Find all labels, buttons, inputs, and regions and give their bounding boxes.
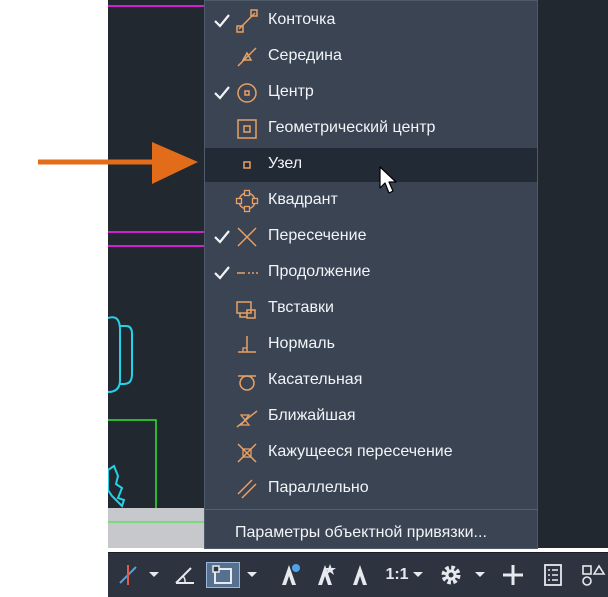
object-snap-settings-label: Параметры объектной привязки... (235, 524, 487, 541)
object-snap-item-label: Касательная (268, 371, 363, 388)
layout-icon (582, 564, 606, 586)
extension-snap-icon (237, 272, 258, 274)
checkmark-icon (214, 86, 230, 100)
object-snap-item[interactable]: Параллельно (205, 472, 537, 506)
chevron-down-icon (247, 572, 257, 577)
object-snap-item[interactable]: Касательная (205, 364, 537, 398)
object-snap-item[interactable]: Ближайшая (205, 400, 537, 434)
object-snap-icon (212, 565, 232, 584)
object-snap-item[interactable]: Узел (205, 148, 537, 182)
object-snap-item-label: Конточка (268, 11, 336, 28)
object-snap-item-label: Продолжение (268, 263, 371, 280)
center-snap-icon (237, 83, 257, 103)
object-snap-item[interactable]: Нормаль (205, 328, 537, 362)
status-bar: 1:1 (108, 552, 608, 597)
object-snap-item[interactable]: Кажущееся пересечение (205, 436, 537, 470)
nearest-snap-icon (236, 410, 258, 428)
object-snap-item-label: Нормаль (268, 335, 335, 352)
object-snap-item[interactable]: Пересечение (205, 220, 537, 254)
checkmark-icon (214, 266, 230, 280)
checkmark-icon (214, 14, 230, 28)
object-snap-item-label: Ближайшая (268, 407, 356, 424)
object-snap-item-label: Центр (268, 83, 314, 100)
layout-button[interactable] (578, 562, 608, 588)
chevron-down-icon (413, 572, 423, 577)
object-snap-item-label: Параллельно (268, 479, 369, 496)
object-snap-item[interactable]: Продолжение (205, 256, 537, 290)
menu-separator (205, 509, 537, 510)
gear-icon (441, 565, 461, 585)
node-snap-icon (243, 161, 251, 169)
object-snap-item-label: Твставки (268, 299, 334, 316)
polar-tracking-button[interactable] (170, 562, 200, 588)
parallel-snap-icon (237, 479, 257, 499)
scale-selector[interactable]: 1:1 (380, 562, 414, 588)
mouse-cursor-icon (379, 166, 397, 194)
scale-dropdown[interactable] (410, 562, 426, 588)
object-snap-item-label: Кажущееся пересечение (268, 443, 453, 460)
geometric-center-snap-icon (237, 119, 257, 139)
object-snap-item[interactable]: Квадрант (205, 184, 537, 218)
object-snap-item[interactable]: Конточка (205, 4, 537, 38)
object-snap-item-label: Геометрический центр (268, 119, 436, 136)
insertion-snap-icon (236, 301, 256, 319)
quadrant-snap-icon (235, 189, 259, 213)
workspace-dropdown[interactable] (472, 562, 488, 588)
apparent-intersection-snap-icon (237, 443, 257, 463)
annotation-scale-button[interactable] (346, 562, 374, 588)
object-snap-item[interactable]: Середина (205, 40, 537, 74)
checkmark-icon (214, 230, 230, 244)
object-snap-item[interactable]: Геометрический центр (205, 112, 537, 146)
add-button[interactable] (498, 562, 528, 588)
object-snap-item-label: Квадрант (268, 191, 338, 208)
annotation-autoscale-button[interactable] (310, 562, 340, 588)
midpoint-snap-icon (237, 47, 257, 67)
tangent-snap-icon (238, 375, 256, 391)
object-snap-item[interactable]: Твставки (205, 292, 537, 326)
object-snap-menu: Конточка Середина Центр Геометрический цент… (204, 0, 538, 549)
chevron-down-icon (149, 572, 159, 577)
annotation-scale-icon (353, 565, 367, 585)
annotation-autoscale-icon (318, 564, 336, 585)
perpendicular-snap-icon (238, 336, 256, 353)
callout-arrow-icon (38, 142, 198, 184)
properties-icon (544, 564, 562, 586)
properties-button[interactable] (538, 562, 568, 588)
intersection-snap-icon (237, 227, 257, 247)
plus-icon (503, 565, 523, 585)
scale-label: 1:1 (385, 566, 409, 583)
polar-angle-icon (175, 567, 194, 584)
object-snap-item-label: Узел (268, 155, 303, 172)
workspace-settings-button[interactable] (436, 562, 466, 588)
annotation-visibility-icon (282, 564, 300, 585)
object-snap-button[interactable] (206, 562, 240, 588)
chevron-down-icon (475, 572, 485, 577)
ortho-icon (119, 565, 137, 585)
object-snap-item-label: Пересечение (268, 227, 367, 244)
ortho-dropdown[interactable] (146, 562, 162, 588)
object-snap-item[interactable]: Центр (205, 76, 537, 110)
annotation-visibility-button[interactable] (274, 562, 304, 588)
object-snap-item-label: Середина (268, 47, 342, 64)
object-snap-dropdown[interactable] (244, 562, 260, 588)
ortho-button[interactable] (112, 562, 144, 588)
object-snap-settings-item[interactable]: Параметры объектной привязки... (205, 515, 537, 549)
endpoint-snap-icon (236, 9, 258, 33)
